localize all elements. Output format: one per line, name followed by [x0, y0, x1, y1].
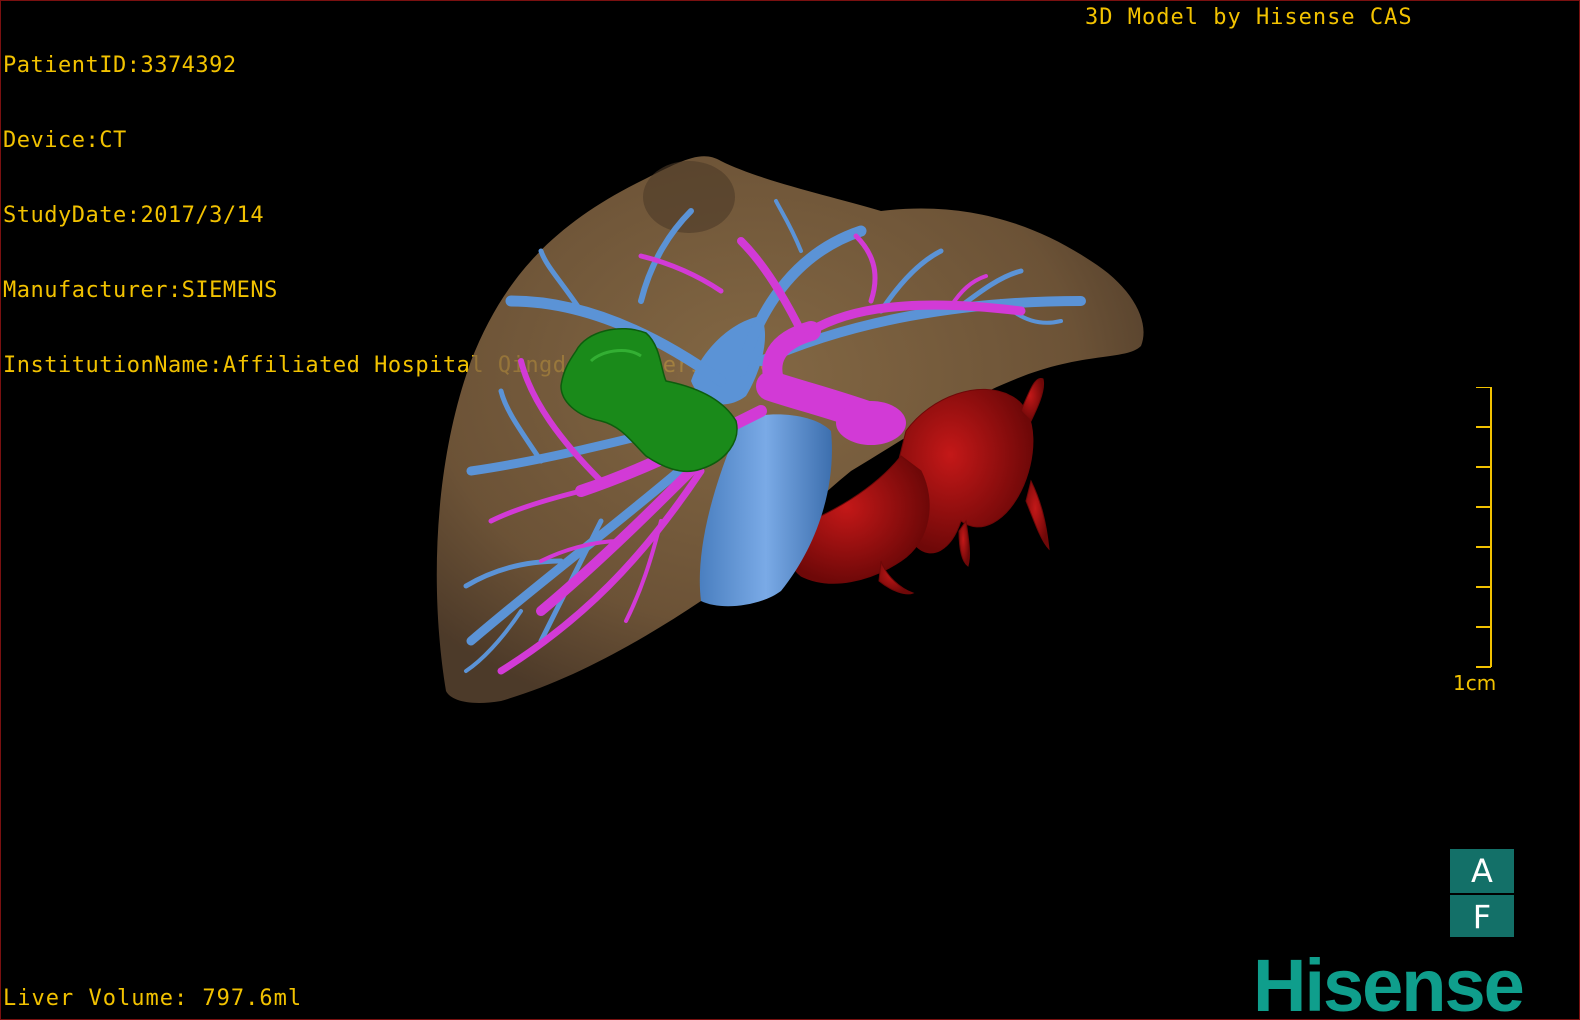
liver-3d-model[interactable]	[1, 1, 1580, 1020]
orientation-foot[interactable]: F	[1450, 893, 1514, 937]
orientation-cube[interactable]: A F	[1450, 849, 1514, 937]
hisense-logo: Hisense	[1253, 944, 1525, 1020]
liver-volume-text: Liver Volume: 797.6ml	[3, 986, 303, 1011]
orientation-anterior[interactable]: A	[1450, 849, 1514, 893]
gallbladder-shadow	[643, 161, 735, 233]
3d-viewport[interactable]: PatientID:3374392 Device:CT StudyDate:20…	[0, 0, 1580, 1020]
scale-bar	[1476, 387, 1492, 668]
scale-label: 1cm	[1453, 671, 1497, 695]
